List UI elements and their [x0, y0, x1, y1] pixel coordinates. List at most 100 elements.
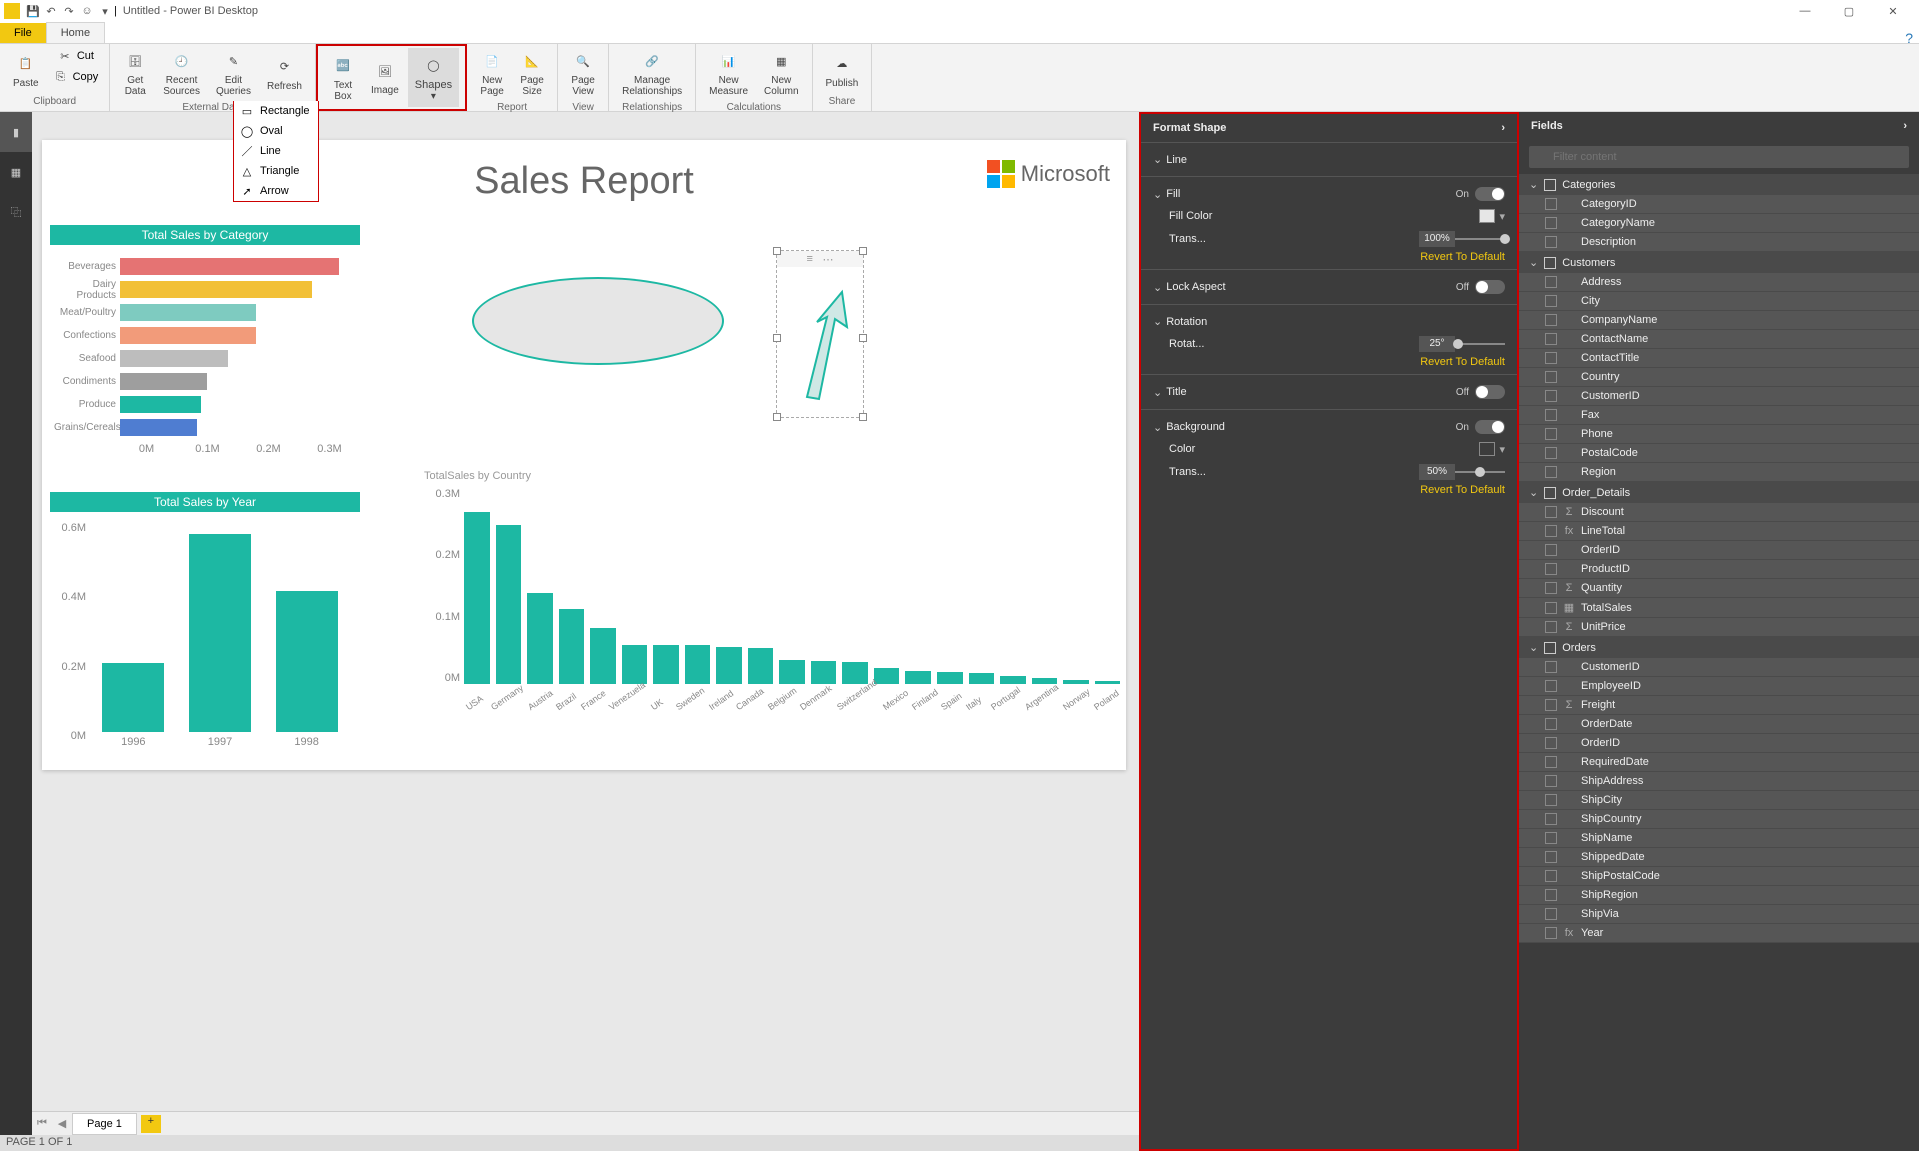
smile-icon[interactable]: ☺ — [78, 2, 96, 20]
manage-relationships-button[interactable]: 🔗ManageRelationships — [615, 46, 689, 100]
page-view-button[interactable]: 🔍PageView — [564, 46, 602, 100]
canvas-area[interactable]: Sales Report Microsoft Total Sales by Ca… — [32, 112, 1139, 1111]
undo-icon[interactable]: ↶ — [42, 2, 60, 20]
page-prev-icon[interactable]: ◀ — [52, 1117, 72, 1130]
recent-sources-button[interactable]: 🕘RecentSources — [156, 46, 207, 100]
fields-field[interactable]: Phone — [1519, 425, 1919, 444]
fill-color-picker[interactable] — [1479, 209, 1495, 223]
more-icon[interactable]: ⋯ — [822, 253, 833, 266]
fields-field[interactable]: RequiredDate — [1519, 753, 1919, 772]
image-button[interactable]: 🖼Image — [364, 48, 406, 107]
format-rotation-section[interactable]: ⌄Rotation — [1153, 311, 1505, 332]
data-view-icon[interactable]: ▦ — [0, 152, 32, 192]
report-canvas[interactable]: Sales Report Microsoft Total Sales by Ca… — [42, 140, 1126, 770]
cut-button[interactable]: ✂Cut — [48, 46, 104, 66]
textbox-button[interactable]: 🔤TextBox — [324, 48, 362, 107]
get-data-button[interactable]: 🗄GetData — [116, 46, 154, 100]
chart-sales-by-year[interactable]: Total Sales by Year 0.6M0.4M0.2M0M 19961… — [50, 492, 360, 762]
chevron-down-icon[interactable]: ▾ — [1499, 443, 1505, 456]
fields-field[interactable]: Description — [1519, 233, 1919, 252]
paste-button[interactable]: 📋Paste — [6, 46, 46, 94]
fields-table[interactable]: ⌄Orders — [1519, 637, 1919, 658]
format-title-section[interactable]: ⌄TitleOff — [1153, 381, 1505, 403]
collapse-icon[interactable]: › — [1903, 120, 1907, 132]
fields-field[interactable]: PostalCode — [1519, 444, 1919, 463]
lockaspect-toggle[interactable] — [1475, 280, 1505, 294]
refresh-button[interactable]: ⟳Refresh — [260, 46, 309, 100]
bg-color-picker[interactable] — [1479, 442, 1495, 456]
fields-field[interactable]: ShipName — [1519, 829, 1919, 848]
fields-field[interactable]: Region — [1519, 463, 1919, 482]
fields-table[interactable]: ⌄Customers — [1519, 252, 1919, 273]
tab-home[interactable]: Home — [46, 22, 105, 43]
oval-shape[interactable] — [472, 277, 724, 365]
fields-field[interactable]: Country — [1519, 368, 1919, 387]
edit-queries-button[interactable]: ✎EditQueries — [209, 46, 258, 100]
fields-field[interactable]: EmployeeID — [1519, 677, 1919, 696]
shape-triangle[interactable]: △Triangle — [234, 161, 318, 181]
fields-field[interactable]: ΣDiscount — [1519, 503, 1919, 522]
fill-revert[interactable]: Revert To Default — [1169, 251, 1505, 263]
fill-trans-slider[interactable] — [1455, 238, 1505, 240]
fields-field[interactable]: ShipPostalCode — [1519, 867, 1919, 886]
drag-handle-icon[interactable]: ≡ — [807, 253, 813, 265]
chart-sales-by-country[interactable]: TotalSales by Country 0.3M0.2M0.1M0M USA… — [424, 468, 1124, 714]
shape-line[interactable]: ／Line — [234, 141, 318, 161]
fields-field[interactable]: ShipRegion — [1519, 886, 1919, 905]
bg-trans-value[interactable]: 50% — [1419, 464, 1455, 480]
fields-field[interactable]: ΣUnitPrice — [1519, 618, 1919, 637]
fields-field[interactable]: City — [1519, 292, 1919, 311]
report-view-icon[interactable]: ▮ — [0, 112, 32, 152]
fill-trans-value[interactable]: 100% — [1419, 231, 1455, 247]
fields-field[interactable]: Address — [1519, 273, 1919, 292]
new-page-button[interactable]: 📄NewPage — [473, 46, 511, 100]
title-toggle[interactable] — [1475, 385, 1505, 399]
fields-field[interactable]: OrderID — [1519, 541, 1919, 560]
rotation-slider[interactable] — [1455, 343, 1505, 345]
shapes-button[interactable]: ◯Shapes▾ — [408, 48, 459, 107]
fields-field[interactable]: Fax — [1519, 406, 1919, 425]
shape-rectangle[interactable]: ▭Rectangle — [234, 101, 318, 121]
page-first-icon[interactable]: ⏮ — [32, 1117, 52, 1130]
maximize-icon[interactable]: ▢ — [1827, 0, 1871, 22]
chart-sales-by-category[interactable]: Total Sales by Category BeveragesDairy P… — [50, 225, 360, 455]
fields-field[interactable]: ShipAddress — [1519, 772, 1919, 791]
fields-search-input[interactable] — [1529, 146, 1909, 168]
new-measure-button[interactable]: 📊NewMeasure — [702, 46, 755, 100]
minimize-icon[interactable]: — — [1783, 0, 1827, 22]
fields-field[interactable]: fxLineTotal — [1519, 522, 1919, 541]
new-column-button[interactable]: ▦NewColumn — [757, 46, 805, 100]
fields-field[interactable]: ContactTitle — [1519, 349, 1919, 368]
format-lockaspect-section[interactable]: ⌄Lock AspectOff — [1153, 276, 1505, 298]
bg-trans-slider[interactable] — [1455, 471, 1505, 473]
fields-field[interactable]: ΣQuantity — [1519, 579, 1919, 598]
model-view-icon[interactable]: ⿻ — [0, 192, 32, 232]
save-icon[interactable]: 💾 — [24, 2, 42, 20]
format-background-section[interactable]: ⌄BackgroundOn — [1153, 416, 1505, 438]
arrow-shape[interactable]: ≡ ⋯ — [776, 250, 864, 418]
format-fill-section[interactable]: ⌄FillOn — [1153, 183, 1505, 205]
bg-revert[interactable]: Revert To Default — [1169, 484, 1505, 496]
page-size-button[interactable]: 📐PageSize — [513, 46, 551, 100]
fields-table[interactable]: ⌄Categories — [1519, 174, 1919, 195]
fields-field[interactable]: fxYear — [1519, 924, 1919, 943]
publish-button[interactable]: ☁Publish — [819, 46, 866, 94]
tab-file[interactable]: File — [0, 23, 46, 43]
copy-button[interactable]: ⎘Copy — [48, 67, 104, 87]
fill-toggle[interactable] — [1475, 187, 1505, 201]
page-tab-1[interactable]: Page 1 — [72, 1113, 137, 1135]
qat-dropdown-icon[interactable]: ▾ — [96, 2, 114, 20]
fields-field[interactable]: ProductID — [1519, 560, 1919, 579]
fields-field[interactable]: CompanyName — [1519, 311, 1919, 330]
fields-field[interactable]: ▦TotalSales — [1519, 598, 1919, 618]
fields-field[interactable]: CategoryName — [1519, 214, 1919, 233]
fields-field[interactable]: ShipCity — [1519, 791, 1919, 810]
fields-field[interactable]: ShipCountry — [1519, 810, 1919, 829]
fields-field[interactable]: OrderDate — [1519, 715, 1919, 734]
collapse-icon[interactable]: › — [1501, 122, 1505, 134]
fields-field[interactable]: ShippedDate — [1519, 848, 1919, 867]
background-toggle[interactable] — [1475, 420, 1505, 434]
fields-table[interactable]: ⌄Order_Details — [1519, 482, 1919, 503]
close-icon[interactable]: ✕ — [1871, 0, 1915, 22]
rotation-revert[interactable]: Revert To Default — [1169, 356, 1505, 368]
